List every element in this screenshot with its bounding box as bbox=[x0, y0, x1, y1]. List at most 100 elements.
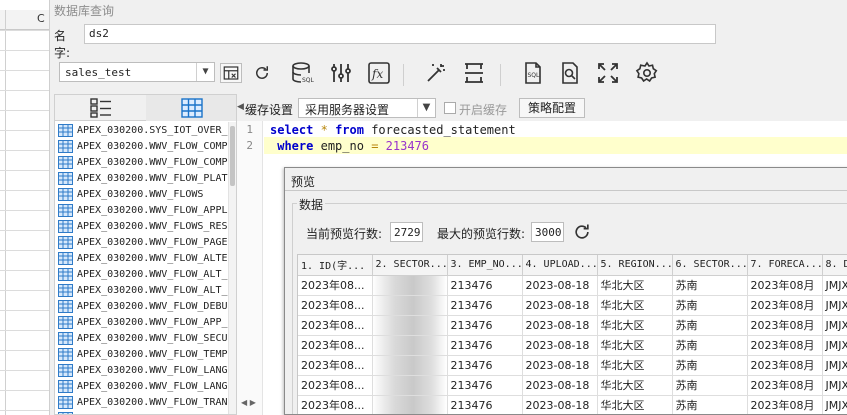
table-cell: JMJX bbox=[822, 375, 847, 396]
search-file-icon[interactable] bbox=[557, 60, 583, 86]
table-cell: 苏南 bbox=[672, 375, 748, 396]
vertical-scrollbar[interactable] bbox=[228, 122, 236, 414]
column-header[interactable]: 8. D bbox=[822, 255, 847, 276]
column-header[interactable]: 7. FORECA... bbox=[747, 255, 823, 276]
table-cell: 2023年08... bbox=[298, 335, 373, 356]
table-icon bbox=[58, 411, 73, 414]
table-list-item[interactable]: APEX_030200.WWV_FLOW_DEBU bbox=[55, 298, 230, 314]
database-query-window: 数据库查询 名字: ds2 sales_test ▼ SQL fx SQL AP… bbox=[50, 0, 847, 415]
window-title: 数据库查询 bbox=[54, 4, 115, 18]
table-icon bbox=[58, 395, 73, 409]
column-settings-icon[interactable] bbox=[328, 60, 354, 86]
collapse-arrow-icon[interactable]: ◀ bbox=[237, 102, 244, 112]
table-list-item[interactable]: APEX_030200.WWV_FLOWS_RES bbox=[55, 218, 230, 234]
refresh-preview-icon[interactable] bbox=[572, 222, 592, 242]
column-header[interactable]: 3. EMP_NO... bbox=[447, 255, 523, 276]
column-letter: C bbox=[37, 12, 45, 25]
table-cell: 213476 bbox=[447, 295, 523, 316]
table-name: APEX_030200.WWV_FLOW_COMP bbox=[77, 140, 228, 152]
row-gridline bbox=[0, 410, 49, 411]
split-layout-icon[interactable] bbox=[461, 60, 487, 86]
strategy-config-button[interactable]: 策略配置 bbox=[519, 98, 585, 118]
table-list-item[interactable]: APEX_030200.WWV_FLOWS bbox=[55, 186, 230, 202]
table-list-item[interactable]: APEX_030200.WWV_FLOW_DYNA bbox=[55, 410, 230, 414]
max-rows-field[interactable]: 3000 bbox=[531, 222, 564, 242]
table-list-item[interactable]: APEX_030200.WWV_FLOW_COMP bbox=[55, 154, 230, 170]
table-row[interactable]: 2023年08... 213476 2023-08-18 华北大区 苏南 2023年08月… bbox=[298, 295, 847, 316]
table-row[interactable]: 2023年08... 213476 2023-08-18 华北大区 苏南 2023年08月… bbox=[298, 315, 847, 336]
sql-database-icon[interactable]: SQL bbox=[289, 60, 315, 86]
table-grid-icon bbox=[180, 98, 203, 118]
table-cell: 2023年08... bbox=[298, 275, 373, 296]
name-input[interactable]: ds2 bbox=[84, 24, 716, 44]
table-list-item[interactable]: APEX_030200.WWV_FLOW_APPL bbox=[55, 202, 230, 218]
scrollbar-thumb[interactable] bbox=[230, 126, 235, 186]
table-list-item[interactable]: APEX_030200.WWV_FLOW_LANG bbox=[55, 378, 230, 394]
table-row[interactable]: 2023年08... 213476 2023-08-18 华北大区 苏南 2023年08月… bbox=[298, 395, 847, 414]
table-cell: 213476 bbox=[447, 375, 523, 396]
svg-text:fx: fx bbox=[371, 67, 383, 81]
column-header[interactable]: 5. REGION... bbox=[597, 255, 673, 276]
table-list-item[interactable]: APEX_030200.WWV_FLOW_ALTE bbox=[55, 250, 230, 266]
table-list-item[interactable]: APEX_030200.WWV_FLOW_COMP bbox=[55, 138, 230, 154]
column-header[interactable]: 4. UPLOAD... bbox=[522, 255, 598, 276]
table-row[interactable]: 2023年08... 213476 2023-08-18 华北大区 苏南 2023年08月… bbox=[298, 355, 847, 376]
column-header[interactable]: 1. ID(字... bbox=[298, 255, 373, 276]
table-icon bbox=[58, 299, 73, 313]
toolbar-separator bbox=[403, 64, 404, 86]
scroll-arrows-icon[interactable]: ◀ ▶ bbox=[241, 398, 256, 407]
column-header: C bbox=[0, 10, 49, 30]
enable-cache-checkbox[interactable] bbox=[444, 102, 456, 114]
row-gridline bbox=[0, 210, 49, 211]
tab-tree-view[interactable] bbox=[55, 95, 146, 121]
table-list-item[interactable]: APEX_030200.WWV_FLOW_ALT_ bbox=[55, 282, 230, 298]
table-name: APEX_030200.WWV_FLOW_TEMP bbox=[77, 348, 228, 360]
settings-icon[interactable] bbox=[634, 60, 660, 86]
table-list-item[interactable]: APEX_030200.WWV_FLOW_ALT_ bbox=[55, 266, 230, 282]
keyword: from bbox=[335, 123, 364, 137]
table-cell: 苏南 bbox=[672, 335, 748, 356]
sql-file-icon[interactable]: SQL bbox=[520, 60, 546, 86]
column-header[interactable]: 2. SECTOR... bbox=[372, 255, 448, 276]
table-row[interactable]: 2023年08... 213476 2023-08-18 华北大区 苏南 2023年08月… bbox=[298, 335, 847, 356]
cache-select[interactable]: 采用服务器设置 ▼ bbox=[298, 98, 436, 118]
table-cell: 2023年08月 bbox=[747, 295, 823, 316]
connection-select[interactable]: sales_test ▼ bbox=[59, 62, 215, 82]
table-cell: JMJX bbox=[822, 355, 847, 376]
table-list-item[interactable]: APEX_030200.SYS_IOT_OVER_ bbox=[55, 122, 230, 138]
table-cell: 2023年08... bbox=[298, 395, 373, 414]
code-line-2: where emp_no = 213476 bbox=[270, 139, 429, 155]
magic-wand-icon[interactable] bbox=[423, 60, 449, 86]
table-list-item[interactable]: APEX_030200.WWV_FLOW_APP_ bbox=[55, 314, 230, 330]
table-list-item[interactable]: APEX_030200.WWV_FLOW_SECU bbox=[55, 330, 230, 346]
column-header[interactable]: 6. SECTOR... bbox=[672, 255, 748, 276]
table-row[interactable]: 2023年08... 213476 2023-08-18 华北大区 苏南 2023年08月… bbox=[298, 375, 847, 396]
table-list-item[interactable]: APEX_030200.WWV_FLOW_LANG bbox=[55, 362, 230, 378]
table-row[interactable]: 2023年08... 213476 2023-08-18 华北大区 苏南 2023年08月… bbox=[298, 275, 847, 296]
table-cell: 华北大区 bbox=[597, 275, 673, 296]
refresh-icon[interactable] bbox=[249, 60, 275, 86]
chevron-down-icon[interactable]: ▼ bbox=[417, 99, 435, 117]
table-name: APEX_030200.WWV_FLOW_COMP bbox=[77, 156, 228, 168]
table-cell: 苏南 bbox=[672, 355, 748, 376]
row-gridline bbox=[0, 190, 49, 191]
tab-table-view[interactable] bbox=[146, 95, 236, 121]
table-cell: 2023年08... bbox=[298, 315, 373, 336]
table-edit-icon[interactable] bbox=[220, 63, 242, 83]
table-name: APEX_030200.WWV_FLOWS_RES bbox=[77, 220, 228, 232]
table-list-item[interactable]: APEX_030200.WWV_FLOW_TRAN bbox=[55, 394, 230, 410]
cache-settings-bar: ◀ 缓存设置 采用服务器设置 ▼ 开启缓存 策略配置 bbox=[237, 96, 847, 120]
chevron-down-icon[interactable]: ▼ bbox=[196, 63, 214, 81]
table-cell: 华北大区 bbox=[597, 335, 673, 356]
row-gridline bbox=[0, 250, 49, 251]
redacted-cell bbox=[372, 315, 448, 336]
formula-icon[interactable]: fx bbox=[366, 60, 392, 86]
table-cell: 华北大区 bbox=[597, 395, 673, 414]
table-list-item[interactable]: APEX_030200.WWV_FLOW_PAGE bbox=[55, 234, 230, 250]
table-list-item[interactable]: APEX_030200.WWV_FLOW_PLAT bbox=[55, 170, 230, 186]
current-rows-field[interactable]: 2729 bbox=[390, 222, 423, 242]
cache-option: 采用服务器设置 bbox=[305, 103, 390, 117]
table-list-item[interactable]: APEX_030200.WWV_FLOW_TEMP bbox=[55, 346, 230, 362]
preview-data-grid: 1. ID(字... 2. SECTOR... 3. EMP_NO... 4. UPL… bbox=[297, 254, 847, 414]
expand-icon[interactable] bbox=[595, 60, 621, 86]
